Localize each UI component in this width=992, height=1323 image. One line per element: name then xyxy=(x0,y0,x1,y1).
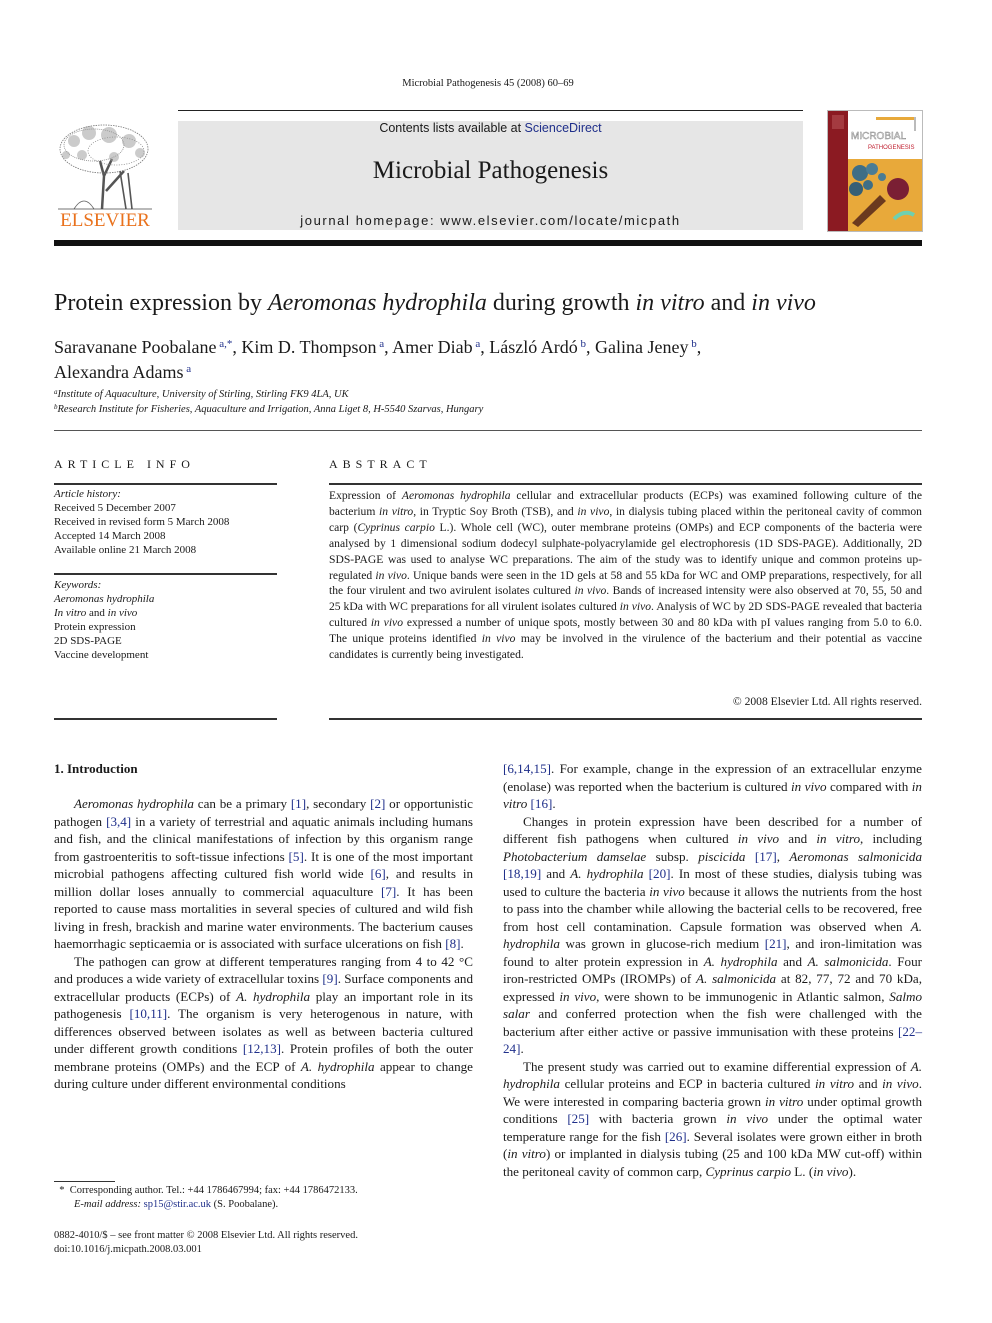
body-column-left: Aeromonas hydrophila can be a primary [1… xyxy=(54,795,473,1093)
corresponding-text: Corresponding author. Tel.: +44 17864679… xyxy=(69,1185,358,1196)
body-paragraph: The present study was carried out to exa… xyxy=(503,1058,923,1179)
history-item: Received 5 December 2007 xyxy=(54,502,176,514)
history-item: Accepted 14 March 2008 xyxy=(54,530,166,542)
footnote-star: * xyxy=(59,1185,65,1196)
cover-title-1: MICROBIAL xyxy=(851,131,906,142)
author[interactable]: Saravanane Poobalane a,* xyxy=(54,337,232,357)
body-column-right: [6,14,15]. For example, change in the ex… xyxy=(503,760,922,1180)
abstract-rule xyxy=(329,483,922,485)
citation-link[interactable]: [2] xyxy=(370,796,385,811)
body-paragraph: The pathogen can grow at different tempe… xyxy=(54,953,473,1092)
cover-title-2: PATHOGENESIS xyxy=(868,145,914,151)
contents-line: Contents lists available at ScienceDirec… xyxy=(178,121,803,135)
citation-link[interactable]: [22–24] xyxy=(503,1024,922,1057)
author[interactable]: Galina Jeney b xyxy=(595,337,697,357)
author[interactable]: László Ardó b xyxy=(489,337,586,357)
header-rule-thick xyxy=(54,240,922,246)
citation-link[interactable]: [6,14,15] xyxy=(503,761,551,776)
citation-link[interactable]: [25] xyxy=(567,1111,589,1126)
citation-link[interactable]: [1] xyxy=(291,796,306,811)
abstract-copyright: © 2008 Elsevier Ltd. All rights reserved… xyxy=(732,695,922,708)
keyword-item: Vaccine development xyxy=(54,649,149,661)
author[interactable]: Alexandra Adams a xyxy=(54,362,191,382)
affiliation-a: aInstitute of Aquaculture, University of… xyxy=(54,388,349,400)
abstract-text: Expression of Aeromonas hydrophila cellu… xyxy=(329,489,923,662)
citation-link[interactable]: [17] xyxy=(755,849,777,864)
body-paragraph: Changes in protein expression have been … xyxy=(503,813,923,1057)
keyword-item: Protein expression xyxy=(54,621,136,633)
author-affiliation-mark[interactable]: b xyxy=(578,338,587,350)
sciencedirect-link[interactable]: ScienceDirect xyxy=(525,121,602,135)
body-paragraph: Aeromonas hydrophila can be a primary [1… xyxy=(54,796,474,951)
history-label: Article history: xyxy=(54,488,121,500)
citation-link[interactable]: [3,4] xyxy=(106,814,131,829)
front-matter: 0882-4010/$ – see front matter © 2008 El… xyxy=(54,1229,474,1257)
keywords-label: Keywords: xyxy=(54,579,102,591)
citation-link[interactable]: [20] xyxy=(649,866,671,881)
article-info-rule xyxy=(54,718,277,720)
author-list: Saravanane Poobalane a,*, Kim D. Thompso… xyxy=(54,337,702,382)
journal-homepage-link[interactable]: journal homepage: www.elsevier.com/locat… xyxy=(178,213,803,228)
citation-link[interactable]: [18,19] xyxy=(503,866,541,881)
article-info-rule xyxy=(54,573,277,575)
abstract-rule xyxy=(329,718,922,720)
title-part: Aeromonas hydrophila xyxy=(267,290,487,316)
citation-link[interactable]: [8] xyxy=(445,936,460,951)
header-rule-top xyxy=(178,110,803,111)
keyword-item: Aeromonas hydrophila xyxy=(54,593,155,605)
article-history: Article history: Received 5 December 200… xyxy=(54,487,277,557)
contents-prefix: Contents lists available at xyxy=(379,121,525,135)
author-affiliation-mark[interactable]: a,* xyxy=(216,338,232,350)
citation-link[interactable]: [7] xyxy=(381,884,396,899)
citation-link[interactable]: [26] xyxy=(665,1129,687,1144)
title-part: during growth xyxy=(486,290,636,316)
abstract-heading: ABSTRACT xyxy=(329,457,432,471)
email-suffix: (S. Poobalane). xyxy=(211,1199,279,1210)
article-info-rule xyxy=(54,483,277,485)
keywords: Keywords: Aeromonas hydrophila In vitro a… xyxy=(54,578,277,662)
keyword-item: 2D SDS-PAGE xyxy=(54,635,122,647)
title-part: in vitro xyxy=(635,290,705,316)
author-affiliation-mark[interactable]: a xyxy=(377,338,384,350)
author-affiliation-mark[interactable]: a xyxy=(473,338,480,350)
footnote-rule xyxy=(54,1181,115,1182)
citation-link[interactable]: [16] xyxy=(531,796,553,811)
history-item: Received in revised form 5 March 2008 xyxy=(54,516,230,528)
section-heading-introduction: 1. Introduction xyxy=(54,761,138,776)
history-item: Available online 21 March 2008 xyxy=(54,544,197,556)
email-link[interactable]: sp15@stir.ac.uk xyxy=(144,1199,211,1210)
citation-link[interactable]: [6] xyxy=(370,866,385,881)
running-head: Microbial Pathogenesis 45 (2008) 60–69 xyxy=(402,78,574,89)
email-label: E-mail address: xyxy=(74,1199,141,1210)
keyword-item: In vitro and in vivo xyxy=(54,607,138,619)
journal-cover-image: MICROBIAL PATHOGENESIS xyxy=(827,110,923,232)
corresponding-author-footnote: * Corresponding author. Tel.: +44 178646… xyxy=(54,1184,474,1212)
author[interactable]: Kim D. Thompson a xyxy=(241,337,384,357)
title-part: Protein expression by xyxy=(54,290,268,316)
author-affiliation-mark[interactable]: a xyxy=(183,363,191,375)
author-affiliation-mark[interactable]: b xyxy=(689,338,697,350)
issn-line: 0882-4010/$ – see front matter © 2008 El… xyxy=(54,1230,358,1241)
article-info-heading: ARTICLE INFO xyxy=(54,457,195,471)
journal-title: Microbial Pathogenesis xyxy=(372,157,609,184)
citation-link[interactable]: [21] xyxy=(765,936,787,951)
citation-link[interactable]: [12,13] xyxy=(243,1041,281,1056)
article-title: Protein expression by Aeromonas hydrophi… xyxy=(54,290,816,317)
citation-link[interactable]: [5] xyxy=(289,849,304,864)
doi-link[interactable]: doi:10.1016/j.micpath.2008.03.001 xyxy=(54,1243,474,1257)
citation-link[interactable]: [9] xyxy=(322,971,337,986)
body-paragraph: [6,14,15]. For example, change in the ex… xyxy=(503,761,922,811)
author[interactable]: Amer Diab a xyxy=(392,337,480,357)
elsevier-wordmark: ELSEVIER xyxy=(60,210,150,231)
citation-link[interactable]: [10,11] xyxy=(129,1006,167,1021)
affiliation-rule xyxy=(54,430,922,431)
title-part: and xyxy=(704,290,752,316)
affiliation-b: bResearch Institute for Fisheries, Aquac… xyxy=(54,403,484,415)
title-part: in vivo xyxy=(751,290,816,316)
